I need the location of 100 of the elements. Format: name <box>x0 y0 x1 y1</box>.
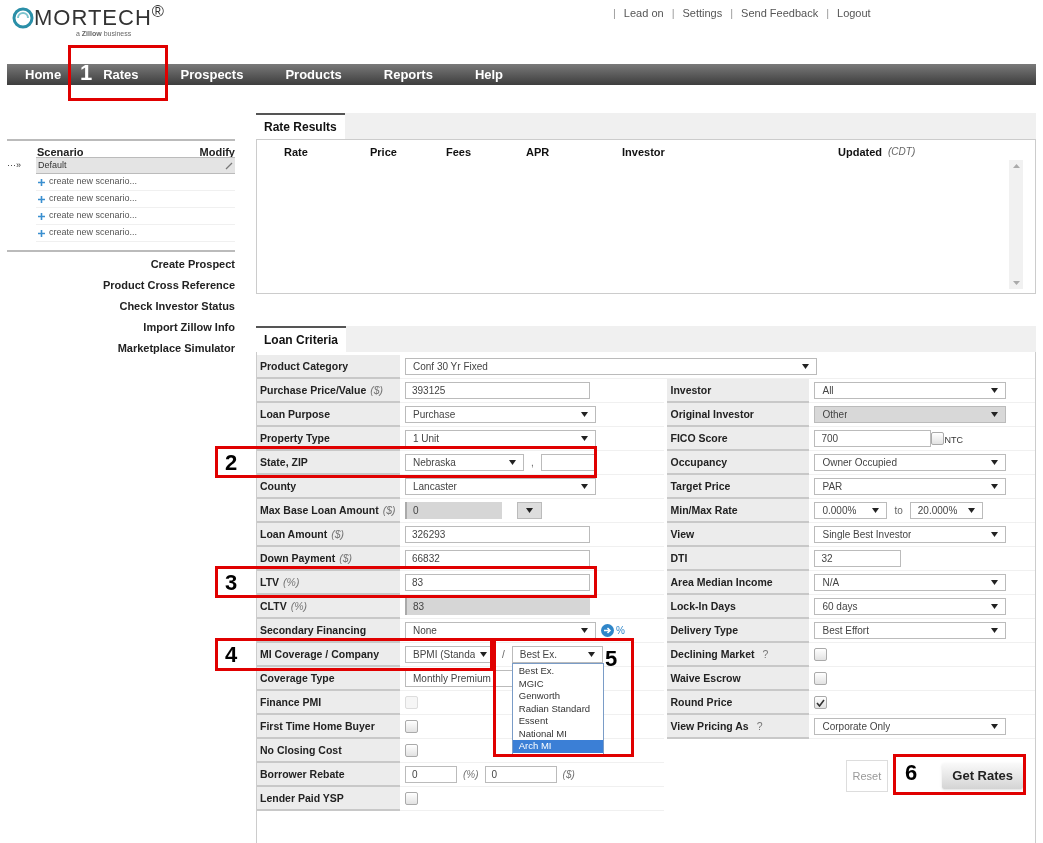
input-field[interactable]: 700 <box>814 430 932 447</box>
dropdown[interactable]: PAR <box>814 478 1007 495</box>
checkbox-label: NTC <box>944 436 963 445</box>
panel-tab[interactable]: Rate Results <box>256 113 345 139</box>
scrollbar[interactable] <box>1009 160 1023 289</box>
field-label: Secondary Financing <box>260 624 367 636</box>
input-field[interactable] <box>540 454 596 471</box>
input-field[interactable]: 83 <box>405 574 590 591</box>
dropdown[interactable]: All <box>814 382 1007 399</box>
dropdown-arrow-icon <box>991 628 999 633</box>
input-field[interactable]: 0 <box>484 766 557 783</box>
dropdown[interactable]: 60 days <box>814 598 1007 615</box>
dropdown-arrow-icon <box>587 652 595 657</box>
field-label: Max Base Loan Amount <box>260 504 379 516</box>
dropdown[interactable]: Purchase <box>405 406 596 423</box>
percent-link[interactable]: % <box>616 623 625 638</box>
dropdown-option[interactable]: Radian Standard <box>512 702 603 715</box>
step-number: 2 <box>225 452 238 474</box>
header-link[interactable]: Lead on <box>623 5 664 22</box>
checkbox[interactable] <box>405 792 418 805</box>
checkbox[interactable] <box>931 432 945 445</box>
header-link[interactable]: Settings <box>682 5 723 22</box>
separator-text: / <box>501 648 506 662</box>
dropdown-arrow-icon <box>991 412 999 417</box>
dropdown[interactable]: Nebraska <box>405 454 524 471</box>
nav-item[interactable]: Help <box>474 64 504 85</box>
sidebar-link[interactable]: Import Zillow Info <box>143 317 235 338</box>
checkbox[interactable] <box>814 696 828 709</box>
step-number: 1 <box>80 62 93 84</box>
plus-icon <box>38 212 45 220</box>
sidebar-link[interactable]: Product Cross Reference <box>102 275 235 296</box>
scenario-row[interactable]: create new scenario... <box>36 174 235 191</box>
pencil-icon <box>225 161 233 170</box>
scenario-row[interactable]: create new scenario... <box>36 191 235 208</box>
dropdown-option[interactable]: National MI <box>512 727 603 740</box>
unit-label: (%) <box>462 768 480 782</box>
input-field[interactable]: 0 <box>405 766 457 783</box>
checkbox[interactable] <box>405 720 418 733</box>
dropdown-arrow-icon <box>991 460 999 465</box>
field-label: County <box>260 480 297 492</box>
plus-icon <box>38 178 45 186</box>
dropdown-arrow-icon <box>581 484 588 489</box>
checkbox[interactable] <box>814 672 828 685</box>
check-icon <box>816 698 826 707</box>
panel-tab[interactable]: Loan Criteria <box>256 326 346 352</box>
dropdown[interactable]: Corporate Only <box>814 718 1007 735</box>
dropdown-arrow-icon <box>991 484 999 489</box>
field-label: Loan Amount <box>260 528 328 540</box>
sidebar-link[interactable]: Check Investor Status <box>119 296 235 317</box>
sidebar-link[interactable]: Marketplace Simulator <box>117 338 235 359</box>
dropdown-option[interactable]: Essent <box>512 715 603 728</box>
checkbox[interactable] <box>814 648 828 661</box>
field-label: Area Median Income <box>670 576 773 588</box>
header-link[interactable]: Logout <box>837 5 871 22</box>
dropdown[interactable]: 20.000% <box>909 502 983 519</box>
dropdown-arrow-icon <box>509 460 516 465</box>
dropdown[interactable]: Best Effort <box>814 622 1007 639</box>
dropdown-arrow-icon <box>991 580 999 585</box>
sidebar-link[interactable]: Create Prospect <box>150 254 235 275</box>
dropdown-arrow-icon <box>802 364 809 369</box>
scenario-row[interactable]: create new scenario... <box>36 225 235 242</box>
plus-icon <box>38 195 45 203</box>
get-rates-button[interactable]: Get Rates <box>942 763 1023 789</box>
input-field[interactable]: 393125 <box>405 382 590 399</box>
dropdown[interactable]: Lancaster <box>405 478 596 495</box>
dropdown[interactable]: Single Best Investor <box>814 526 1007 543</box>
scenario-row[interactable]: create new scenario... <box>36 208 235 225</box>
dropdown[interactable]: N/A <box>814 574 1007 591</box>
checkbox[interactable] <box>405 744 418 757</box>
nav-item[interactable]: Products <box>285 64 342 85</box>
input-field[interactable]: 32 <box>814 550 902 567</box>
scenario-row[interactable]: Default <box>36 157 235 174</box>
field-label: Purchase Price/Value <box>260 384 367 396</box>
column-header: Rate <box>284 145 308 160</box>
nav-item[interactable]: Prospects <box>180 64 244 85</box>
dropdown-arrow-icon <box>581 628 588 633</box>
nav-item[interactable]: Home <box>25 64 62 85</box>
dropdown[interactable]: 0.000% <box>814 502 888 519</box>
dropdown-arrow-icon <box>581 412 588 417</box>
separator: | <box>613 6 616 21</box>
header-link[interactable]: Send Feedback <box>741 5 819 22</box>
dropdown-button[interactable] <box>517 502 542 519</box>
dropdown[interactable]: Conf 30 Yr Fixed <box>405 358 817 375</box>
step-number: 3 <box>225 572 238 594</box>
help-icon[interactable]: ? <box>756 720 763 732</box>
nav-item[interactable]: Rates <box>103 64 139 85</box>
unit-label: (%) <box>290 600 307 612</box>
dropdown-arrow-icon <box>991 388 999 393</box>
column-header: Investor <box>622 145 665 160</box>
column-header: APR <box>526 145 550 160</box>
field-label: Finance PMI <box>260 696 322 708</box>
column-header: Scenario <box>37 145 84 157</box>
help-icon[interactable]: ? <box>762 648 769 660</box>
dropdown-option[interactable]: Arch MI <box>512 740 603 753</box>
nav-item[interactable]: Reports <box>383 64 433 85</box>
dropdown-arrow-icon <box>991 724 999 729</box>
dropdown[interactable]: Owner Occupied <box>814 454 1007 471</box>
input-field[interactable]: 326293 <box>405 526 590 543</box>
dropdown-option[interactable]: Genworth <box>512 690 603 703</box>
separator-text: to <box>893 504 904 518</box>
